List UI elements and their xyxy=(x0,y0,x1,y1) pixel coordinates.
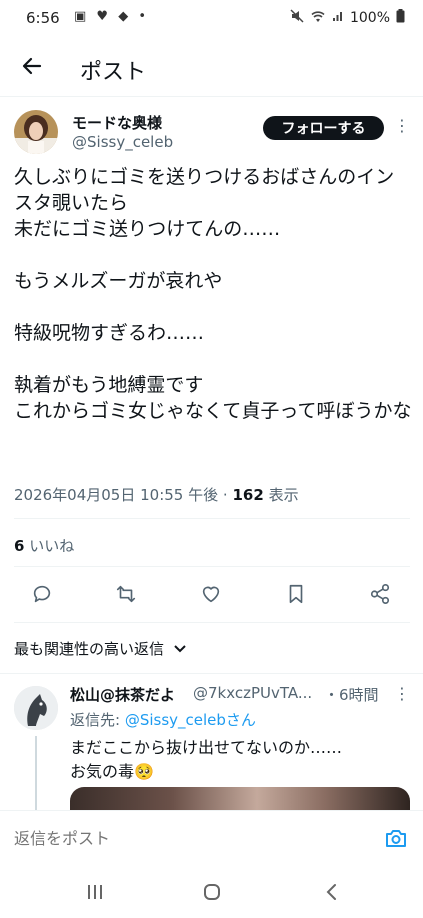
like-icon[interactable] xyxy=(197,580,225,608)
reply-sort-label: 最も関連性の高い返信 xyxy=(14,640,165,658)
mute-icon xyxy=(290,9,304,27)
notification-icons: ▣ ♥ ◆ • xyxy=(74,9,149,24)
back-nav-icon[interactable] xyxy=(311,878,351,906)
thread-line xyxy=(35,736,37,810)
author-handle[interactable]: @Sissy_celeb xyxy=(72,133,173,151)
follow-button[interactable]: フォローする xyxy=(263,116,384,140)
status-time: 6:56 xyxy=(26,9,60,27)
battery-icon xyxy=(396,9,405,27)
battery-text: 100% xyxy=(349,10,390,26)
reply-icon[interactable] xyxy=(28,580,56,608)
more-options-icon[interactable]: ⋮ xyxy=(394,116,410,135)
divider xyxy=(14,518,410,519)
bookmark-icon[interactable] xyxy=(282,580,310,608)
views-label: 表示 xyxy=(268,486,299,504)
tweet-timestamp[interactable]: 2026年04月05日 10:55 午後 xyxy=(14,486,218,504)
recent-apps-icon[interactable] xyxy=(75,878,115,906)
tweet-meta: 2026年04月05日 10:55 午後 · 162 表示 xyxy=(14,484,299,505)
reply-to-handle[interactable]: @Sissy_celebさん xyxy=(125,711,256,729)
status-right: 100% xyxy=(290,9,405,27)
status-bar: 6:56 ▣ ♥ ◆ • 100% xyxy=(0,0,423,38)
home-icon[interactable] xyxy=(192,878,232,906)
share-icon[interactable] xyxy=(366,580,394,608)
author-avatar[interactable] xyxy=(14,110,58,154)
reply-author-name[interactable]: 松山@抹茶だよ xyxy=(70,684,175,705)
camera-icon[interactable] xyxy=(384,826,408,850)
wifi-icon xyxy=(310,9,326,27)
reply-sort-dropdown[interactable]: 最も関連性の高い返信 xyxy=(14,638,187,659)
likes-count: 6 xyxy=(14,537,25,555)
reply-input[interactable] xyxy=(14,829,314,848)
views-count: 162 xyxy=(232,486,264,504)
divider xyxy=(0,96,423,97)
meta-separator: · xyxy=(222,486,228,504)
likes-label: いいね xyxy=(29,537,75,555)
reply-more-icon[interactable]: ⋮ xyxy=(394,684,410,703)
reply-to-prefix: 返信先: xyxy=(70,711,125,729)
reply-to-line: 返信先: @Sissy_celebさん xyxy=(70,709,256,730)
chevron-down-icon xyxy=(169,640,187,658)
back-arrow-icon[interactable] xyxy=(18,52,46,80)
reply-author-handle[interactable]: @7kxczPUvTA... xyxy=(193,684,319,702)
reply-author-avatar[interactable] xyxy=(14,686,58,730)
reply-time: ・6時間 xyxy=(324,686,379,704)
reply-text: まだここから抜け出せてないのか…… お気の毒🥺 xyxy=(70,738,343,781)
repost-icon[interactable] xyxy=(112,580,140,608)
page-title: ポスト xyxy=(80,60,147,85)
divider xyxy=(14,566,410,567)
divider xyxy=(0,673,423,674)
signal-icon xyxy=(332,10,344,26)
divider xyxy=(14,622,410,623)
tweet-text: 久しぶりにゴミを送りつけるおばさんのインスタ覗いたら 未だにゴミ送りつけてんの…… xyxy=(14,166,412,422)
likes-stat[interactable]: 6 いいね xyxy=(14,535,74,556)
author-display-name[interactable]: モードな奥様 xyxy=(72,112,162,133)
